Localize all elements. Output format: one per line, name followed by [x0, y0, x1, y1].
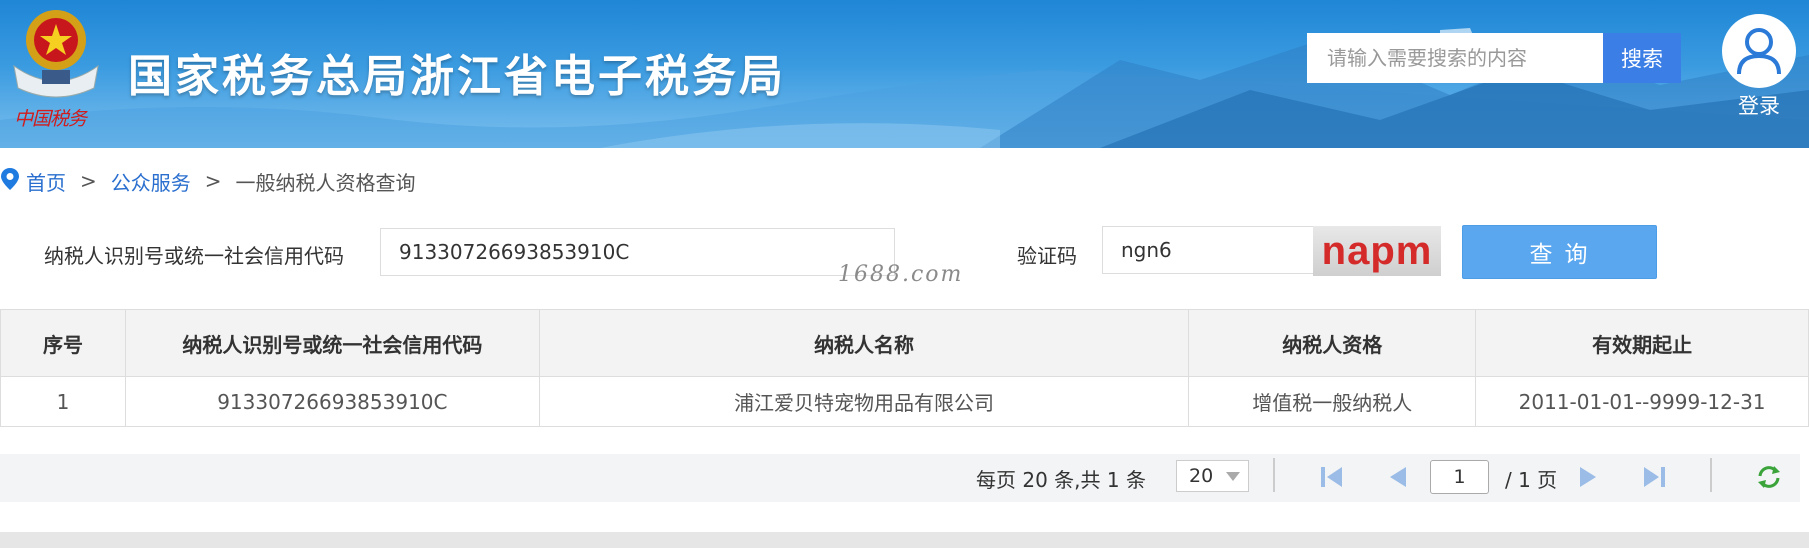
user-icon: [1722, 14, 1796, 88]
cell-index: 1: [0, 376, 126, 427]
cell-qualification: 增值税一般纳税人: [1188, 376, 1477, 427]
column-header-name: 纳税人名称: [538, 309, 1190, 377]
taxid-label: 纳税人识别号或统一社会信用代码: [44, 244, 344, 268]
site-title: 国家税务总局浙江省电子税务局: [128, 51, 786, 102]
location-pin-icon: [0, 167, 20, 196]
captcha-image[interactable]: napm: [1313, 226, 1441, 276]
query-button[interactable]: 查询: [1462, 225, 1657, 279]
page-size-select[interactable]: 20: [1176, 460, 1249, 492]
breadcrumb: 首页 > 公众服务 > 一般纳税人资格查询: [0, 166, 416, 196]
cell-name: 浦江爱贝特宠物用品有限公司: [538, 376, 1190, 427]
captcha-label: 验证码: [1017, 244, 1077, 268]
search-bar: 搜索: [1307, 33, 1681, 83]
captcha-input[interactable]: [1102, 226, 1314, 274]
breadcrumb-public-service-link[interactable]: 公众服务: [111, 167, 191, 196]
tax-emblem-logo: 中国税务: [8, 6, 104, 130]
cell-taxid: 91330726693853910C: [124, 376, 540, 427]
site-header: 中国税务 国家税务总局浙江省电子税务局 搜索 登录: [0, 0, 1809, 148]
results-table: 序号 纳税人识别号或统一社会信用代码 纳税人名称 纳税人资格 有效期起止 1 9…: [0, 309, 1809, 427]
page-size-value: 20: [1189, 465, 1214, 487]
query-form: 纳税人识别号或统一社会信用代码 1688.com 验证码 napm 查询: [0, 225, 1809, 287]
breadcrumb-separator: >: [80, 169, 97, 193]
last-page-icon[interactable]: [1640, 464, 1668, 490]
next-page-icon[interactable]: [1574, 464, 1602, 490]
table-row[interactable]: 1 91330726693853910C 浦江爱贝特宠物用品有限公司 增值税一般…: [0, 376, 1809, 427]
login-button[interactable]: 登录: [1720, 14, 1798, 120]
prev-page-icon[interactable]: [1384, 464, 1412, 490]
column-header-qualification: 纳税人资格: [1188, 309, 1477, 377]
emblem-caption: 中国税务: [14, 108, 87, 130]
breadcrumb-current: 一般纳税人资格查询: [235, 170, 416, 195]
current-page-input[interactable]: [1430, 460, 1489, 494]
column-header-taxid: 纳税人识别号或统一社会信用代码: [124, 309, 540, 377]
first-page-icon[interactable]: [1318, 464, 1346, 490]
total-pages: / 1 页: [1505, 468, 1558, 492]
pager-divider: [1710, 458, 1712, 492]
column-header-index: 序号: [0, 309, 126, 377]
search-input[interactable]: [1307, 33, 1603, 83]
pagination-info: 每页 20 条,共 1 条: [976, 468, 1146, 492]
watermark: 1688.com: [838, 262, 964, 287]
column-header-validity: 有效期起止: [1475, 309, 1809, 377]
footer-bar: [0, 532, 1809, 548]
breadcrumb-separator: >: [204, 169, 222, 193]
captcha-image-text: napm: [1321, 228, 1433, 273]
login-label: 登录: [1738, 94, 1780, 118]
refresh-icon[interactable]: [1755, 464, 1783, 490]
taxid-input[interactable]: [380, 228, 895, 276]
breadcrumb-home-link[interactable]: 首页: [26, 167, 66, 196]
cell-validity: 2011-01-01--9999-12-31: [1475, 376, 1809, 427]
pagination-bar: 每页 20 条,共 1 条 20 / 1 页: [0, 454, 1800, 502]
table-header-row: 序号 纳税人识别号或统一社会信用代码 纳税人名称 纳税人资格 有效期起止: [0, 309, 1809, 377]
chevron-down-icon: [1226, 472, 1240, 481]
pager-divider: [1273, 458, 1275, 492]
search-button[interactable]: 搜索: [1603, 33, 1681, 83]
